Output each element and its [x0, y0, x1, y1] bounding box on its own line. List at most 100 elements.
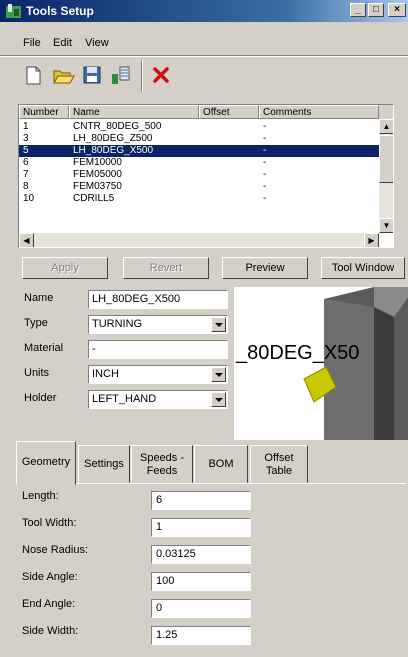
side-width-field[interactable]: 1.25	[151, 626, 251, 645]
cell-number: 7	[23, 169, 29, 180]
preview-button[interactable]: Preview	[222, 257, 308, 279]
cell-name: LH_80DEG_X500	[73, 145, 154, 156]
title-bar: Tools Setup _ □ ×	[0, 0, 408, 22]
cell-number: 3	[23, 133, 29, 144]
holder-label: Holder	[24, 392, 57, 404]
save-button[interactable]	[79, 62, 105, 88]
tab-settings[interactable]: Settings	[78, 445, 130, 483]
holder-value: LEFT_HAND	[92, 393, 157, 405]
app-icon	[6, 4, 21, 18]
menu-view[interactable]: View	[85, 37, 109, 49]
open-folder-button[interactable]	[50, 62, 76, 88]
scroll-left-icon[interactable]: ◀	[19, 233, 34, 247]
table-row[interactable]: 1 CNTR_80DEG_500 -	[19, 121, 379, 133]
side-angle-label: Side Angle:	[22, 571, 78, 583]
material-field[interactable]: -	[88, 340, 228, 359]
cell-comments: -	[263, 181, 267, 192]
chevron-down-icon[interactable]	[211, 367, 226, 382]
close-button[interactable]: ×	[388, 3, 406, 17]
end-angle-field[interactable]: 0	[151, 599, 251, 618]
column-offset[interactable]: Offset	[199, 105, 259, 119]
maximize-button[interactable]: □	[368, 3, 384, 17]
tab-bom[interactable]: BOM	[194, 445, 248, 483]
material-value: -	[92, 343, 96, 355]
cell-name: FEM03750	[73, 181, 122, 192]
tool-width-value: 1	[156, 521, 163, 533]
cell-number: 10	[23, 193, 35, 204]
table-row[interactable]: 6 FEM10000 -	[19, 157, 379, 169]
minimize-button[interactable]: _	[350, 3, 366, 17]
cell-number: 5	[23, 145, 29, 156]
column-name[interactable]: Name	[69, 105, 199, 119]
side-angle-value: 100	[156, 575, 175, 587]
name-value: LH_80DEG_X500	[92, 293, 181, 305]
cell-number: 6	[23, 157, 29, 168]
scroll-down-icon[interactable]: ▼	[379, 218, 393, 233]
nose-radius-value: 0.03125	[156, 548, 196, 560]
cell-name: CNTR_80DEG_500	[73, 121, 162, 132]
type-label: Type	[24, 317, 48, 329]
name-field[interactable]: LH_80DEG_X500	[88, 290, 228, 309]
toolbar-divider	[141, 60, 143, 92]
side-width-value: 1.25	[156, 629, 178, 641]
delete-button[interactable]	[148, 62, 174, 88]
table-row-selected[interactable]: 5 LH_80DEG_X500 -	[19, 145, 379, 157]
side-angle-field[interactable]: 100	[151, 572, 251, 591]
chevron-down-icon[interactable]	[211, 317, 226, 332]
holder-select[interactable]: LEFT_HAND	[88, 390, 228, 409]
new-file-button[interactable]	[20, 62, 46, 88]
scroll-right-icon[interactable]: ▶	[364, 233, 379, 247]
side-width-label: Side Width:	[22, 625, 79, 637]
column-number[interactable]: Number	[19, 105, 69, 119]
units-select[interactable]: INCH	[88, 365, 228, 384]
chevron-down-icon[interactable]	[211, 392, 226, 407]
cell-number: 1	[23, 121, 29, 132]
cell-comments: -	[263, 193, 267, 204]
apply-button[interactable]: Apply	[22, 257, 108, 279]
cell-comments: -	[263, 133, 267, 144]
cell-comments: -	[263, 157, 267, 168]
tab-offset-table[interactable]: Offset Table	[250, 445, 308, 483]
revert-button[interactable]: Revert	[123, 257, 209, 279]
open-folder-icon	[53, 70, 75, 84]
nose-radius-field[interactable]: 0.03125	[151, 545, 251, 564]
tool-library-button[interactable]	[108, 62, 134, 88]
table-row[interactable]: 3 LH_80DEG_Z500 -	[19, 133, 379, 145]
table-row[interactable]: 7 FEM05000 -	[19, 169, 379, 181]
save-disk-icon	[83, 66, 101, 84]
cell-number: 8	[23, 181, 29, 192]
menu-edit[interactable]: Edit	[53, 37, 72, 49]
length-value: 6	[156, 494, 163, 506]
scroll-up-icon[interactable]: ▲	[379, 119, 393, 134]
tool-width-label: Tool Width:	[22, 517, 77, 529]
length-field[interactable]: 6	[151, 491, 251, 510]
toolbar-separator	[0, 55, 408, 57]
delete-x-icon	[153, 67, 169, 83]
tab-geometry[interactable]: Geometry	[16, 441, 76, 485]
cell-comments: -	[263, 145, 267, 156]
table-row[interactable]: 8 FEM03750 -	[19, 181, 379, 193]
scroll-thumb[interactable]	[379, 135, 393, 183]
units-value: INCH	[92, 368, 119, 380]
units-label: Units	[24, 367, 50, 379]
table-row[interactable]: 10 CDRILL5 -	[19, 193, 379, 205]
type-value: TURNING	[92, 318, 143, 330]
tool-list[interactable]: Number Name Offset Comments 1 CNTR_80DEG…	[18, 104, 394, 248]
vertical-scrollbar[interactable]: ▲ ▼	[379, 119, 393, 233]
type-select[interactable]: TURNING	[88, 315, 228, 334]
material-label: Material	[24, 342, 64, 354]
tool-preview: _80DEG_X50	[234, 287, 408, 440]
tool-library-icon	[112, 66, 130, 84]
menu-bar: File Edit View	[0, 34, 408, 52]
tool-width-field[interactable]: 1	[151, 518, 251, 537]
nose-radius-label: Nose Radius:	[22, 544, 89, 556]
tab-speeds-feeds[interactable]: Speeds - Feeds	[131, 445, 193, 483]
cell-name: FEM05000	[73, 169, 122, 180]
end-angle-value: 0	[156, 602, 163, 614]
menu-file[interactable]: File	[23, 37, 41, 49]
tool-window-button[interactable]: Tool Window	[321, 257, 405, 279]
horizontal-scrollbar[interactable]: ◀ ▶	[19, 233, 379, 247]
cell-name: FEM10000	[73, 157, 122, 168]
tool-list-header: Number Name Offset Comments	[19, 105, 393, 119]
column-comments[interactable]: Comments	[259, 105, 379, 119]
